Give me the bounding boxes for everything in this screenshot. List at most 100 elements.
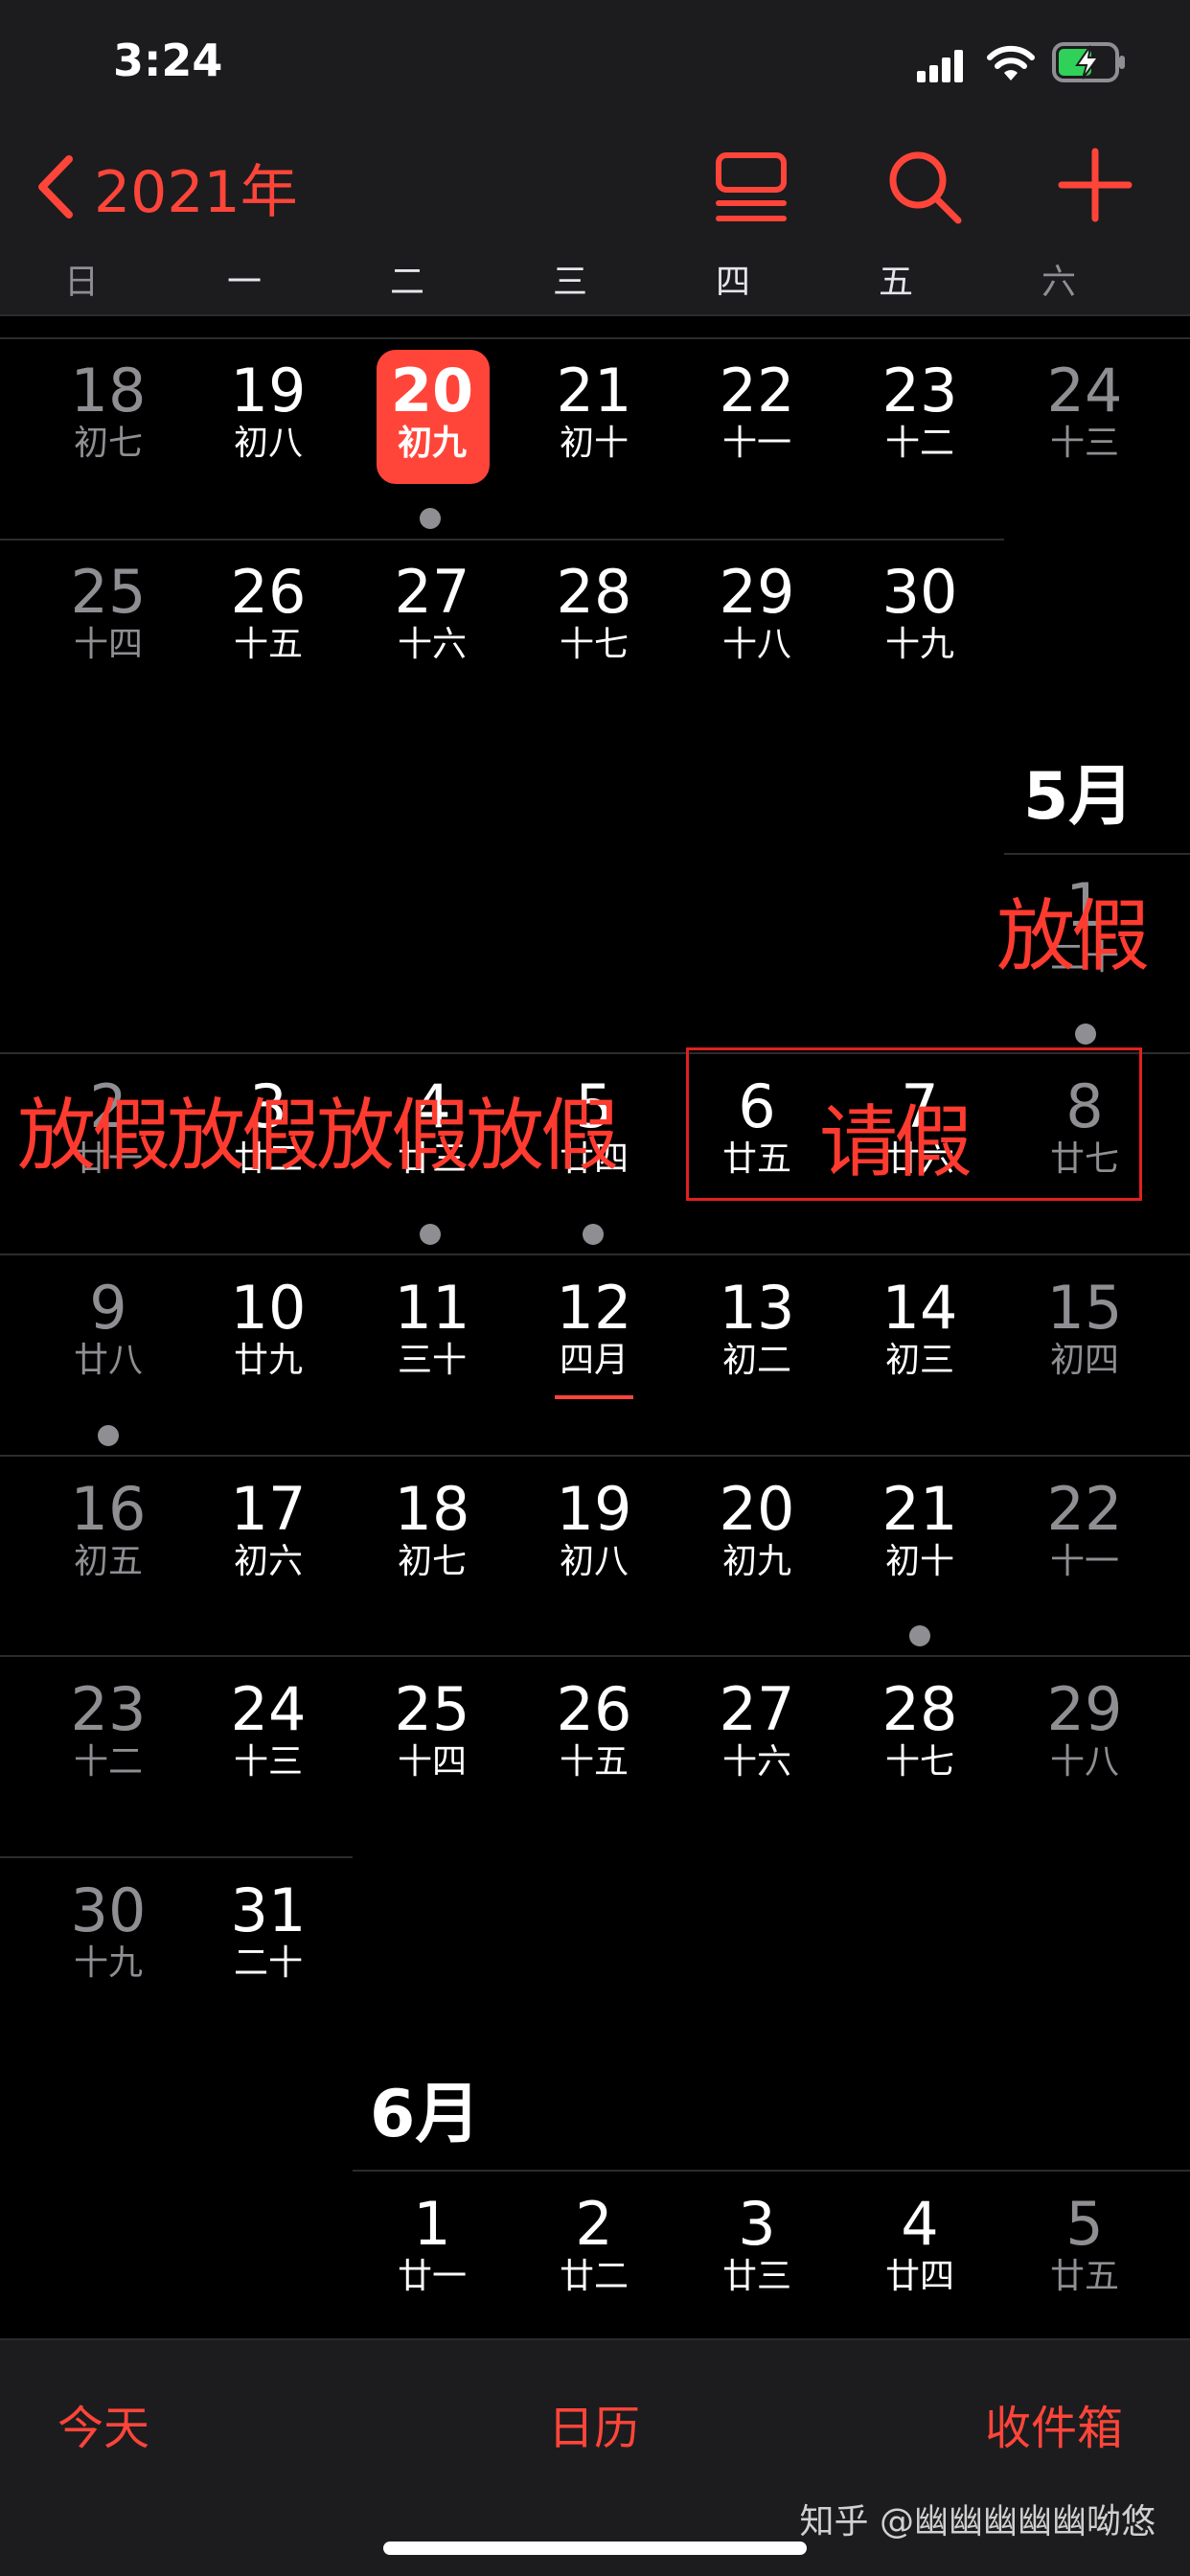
day-number: 22	[719, 356, 795, 426]
day-cell[interactable]: 19 初八	[187, 359, 350, 465]
day-cell[interactable]: 12 四月	[513, 1276, 675, 1382]
lunar-date: 廿八	[73, 1341, 143, 1380]
lunar-date: 初八	[233, 424, 303, 463]
day-number: 26	[556, 1674, 632, 1744]
day-cell[interactable]: 18 初七	[27, 359, 190, 465]
tab-inbox[interactable]: 收件箱	[985, 2390, 1123, 2457]
day-cell[interactable]: 14 初三	[838, 1276, 1001, 1382]
day-cell[interactable]: 22 十一	[1003, 1478, 1166, 1583]
day-number: 10	[230, 1273, 307, 1343]
lunar-date: 初八	[559, 1542, 629, 1581]
day-cell[interactable]: 2 廿二	[513, 2193, 675, 2298]
day-cell[interactable]: 29 十八	[1003, 1678, 1166, 1783]
day-number: 15	[1046, 1273, 1123, 1343]
home-indicator[interactable]	[383, 2542, 807, 2555]
day-cell[interactable]: 10 廿九	[187, 1276, 350, 1382]
lunar-date: 初四	[1049, 1341, 1119, 1380]
weekday-tue: 二	[389, 263, 424, 302]
day-number: 23	[881, 356, 958, 426]
day-cell[interactable]: 27 十六	[351, 561, 514, 666]
day-cell[interactable]: 17 初六	[187, 1478, 350, 1583]
day-cell[interactable]: 9 廿八	[27, 1276, 190, 1382]
day-cell[interactable]: 29 十八	[675, 561, 838, 666]
day-number: 25	[70, 557, 147, 627]
lunar-date: 三十	[397, 1341, 467, 1380]
lunar-date: 廿四	[884, 2257, 954, 2296]
day-cell-today[interactable]: 20 初九	[351, 359, 514, 465]
day-number: 25	[394, 1674, 470, 1744]
day-cell[interactable]: 21 初十	[513, 359, 675, 465]
weekday-wed: 三	[552, 263, 587, 302]
lunar-date: 廿一	[397, 2257, 467, 2296]
day-number: 31	[230, 1875, 307, 1945]
week-separator	[0, 1254, 1190, 1255]
list-view-icon[interactable]	[715, 151, 788, 224]
week-separator	[0, 1455, 1190, 1457]
day-number: 19	[556, 1474, 632, 1544]
day-number: 30	[881, 557, 958, 627]
day-number: 30	[70, 1875, 147, 1945]
day-cell[interactable]: 22 十一	[675, 359, 838, 465]
day-cell[interactable]: 26 十五	[187, 561, 350, 666]
day-cell[interactable]: 18 初七	[351, 1478, 514, 1583]
lunar-date: 十六	[397, 625, 467, 664]
lunar-date: 十五	[559, 1742, 629, 1782]
day-number: 21	[881, 1474, 958, 1544]
day-number: 29	[719, 557, 795, 627]
lunar-date: 十四	[397, 1742, 467, 1782]
lunar-date: 十七	[559, 625, 629, 664]
day-cell[interactable]: 25 十四	[351, 1678, 514, 1783]
day-cell[interactable]: 1 廿一	[351, 2193, 514, 2298]
event-dot	[420, 1224, 441, 1245]
day-cell[interactable]: 28 十七	[838, 1678, 1001, 1783]
day-cell[interactable]: 13 初二	[675, 1276, 838, 1382]
day-number: 26	[230, 557, 307, 627]
day-number: 22	[1046, 1474, 1123, 1544]
day-cell[interactable]: 23 十二	[838, 359, 1001, 465]
day-cell[interactable]: 4 廿四	[838, 2193, 1001, 2298]
day-number: 12	[556, 1273, 632, 1343]
add-event-icon[interactable]	[1058, 148, 1133, 222]
day-cell[interactable]: 11 三十	[351, 1276, 514, 1382]
day-cell[interactable]: 31 二十	[187, 1879, 350, 1985]
day-number: 19	[230, 356, 307, 426]
day-cell[interactable]: 5 廿五	[1003, 2193, 1166, 2298]
day-cell[interactable]: 27 十六	[675, 1678, 838, 1783]
year-label: 2021年	[94, 158, 298, 226]
tab-calendars[interactable]: 日历	[548, 2390, 640, 2457]
event-dot	[583, 1224, 604, 1245]
day-number: 20	[719, 1474, 795, 1544]
search-icon[interactable]	[885, 148, 962, 224]
weekday-fri: 五	[878, 263, 913, 302]
day-cell[interactable]: 26 十五	[513, 1678, 675, 1783]
day-number: 9	[89, 1273, 127, 1343]
day-cell[interactable]: 30 十九	[27, 1879, 190, 1985]
day-cell[interactable]: 23 十二	[27, 1678, 190, 1783]
day-cell[interactable]: 25 十四	[27, 561, 190, 666]
week-separator	[0, 337, 1190, 339]
month-header-june: 6月	[370, 2077, 481, 2152]
tab-today[interactable]: 今天	[57, 2390, 149, 2457]
day-cell[interactable]: 30 十九	[838, 561, 1001, 666]
back-to-year-button[interactable]: 2021年	[34, 149, 298, 226]
day-cell[interactable]: 16 初五	[27, 1478, 190, 1583]
day-cell[interactable]: 20 初九	[675, 1478, 838, 1583]
day-number: 3	[738, 2189, 776, 2259]
lunar-date: 十三	[1049, 424, 1119, 463]
day-cell[interactable]: 19 初八	[513, 1478, 675, 1583]
day-cell[interactable]: 21 初十	[838, 1478, 1001, 1583]
day-number: 13	[719, 1273, 795, 1343]
day-cell[interactable]: 24 十三	[187, 1678, 350, 1783]
day-cell[interactable]: 3 廿三	[675, 2193, 838, 2298]
lunar-date: 二十	[233, 1944, 303, 1983]
day-cell[interactable]: 24 十三	[1003, 359, 1166, 465]
lunar-date: 初九	[721, 1542, 791, 1581]
day-cell[interactable]: 15 初四	[1003, 1276, 1166, 1382]
cellular-signal-icon	[917, 50, 963, 82]
weekday-mon: 一	[226, 263, 262, 302]
week-separator	[0, 539, 1004, 540]
event-dot	[1075, 1024, 1096, 1045]
day-cell[interactable]: 28 十七	[513, 561, 675, 666]
annotation-holiday-row: 放假放假放假放假	[17, 1091, 619, 1182]
lunar-date: 初六	[233, 1542, 303, 1581]
